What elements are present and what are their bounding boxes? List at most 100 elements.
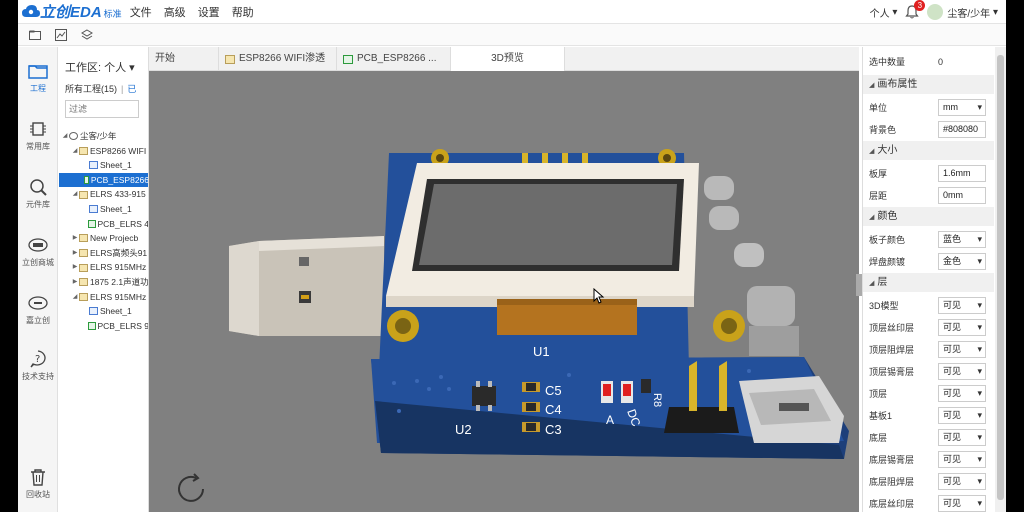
reset-view-icon[interactable] bbox=[174, 472, 208, 509]
expanded-arrow-icon[interactable]: ◢ bbox=[71, 187, 79, 202]
nav-common-lib[interactable]: 常用库 bbox=[18, 119, 58, 152]
pcb-icon bbox=[87, 219, 96, 228]
nav-jlc[interactable]: 嘉立创 bbox=[18, 293, 58, 326]
tree-node-label: ESP8266 WIFI bbox=[90, 145, 147, 156]
tree-node[interactable]: ◢ ELRS 433-915 bbox=[59, 187, 148, 202]
tree-node[interactable]: ▶ 1875 2.1声道功 bbox=[59, 275, 148, 290]
property-select[interactable]: 蓝色 bbox=[938, 231, 986, 248]
property-select[interactable]: 可见 bbox=[938, 319, 986, 336]
workspace-label: 工作区: 个人 bbox=[65, 62, 127, 74]
selected-count-label: 选中数量 bbox=[869, 57, 906, 67]
tab-1[interactable]: ESP8266 WIFI渗透 bbox=[219, 47, 337, 71]
lcsc-icon bbox=[27, 235, 49, 255]
nav-label: 工程 bbox=[30, 84, 46, 93]
tree-node[interactable]: ◢ ELRS 915MHz bbox=[59, 290, 148, 305]
mouse-cursor-icon bbox=[593, 287, 605, 307]
nav-label: 技术支持 bbox=[22, 372, 54, 381]
property-select[interactable]: 可见 bbox=[938, 297, 986, 314]
nav-lcsc-store[interactable]: 立创商城 bbox=[18, 235, 58, 268]
property-select[interactable]: 可见 bbox=[938, 495, 986, 512]
tree-node[interactable]: Sheet_1 bbox=[59, 202, 148, 217]
filter-input[interactable] bbox=[65, 100, 139, 118]
tab-3[interactable]: 3D预览 bbox=[451, 47, 565, 71]
nav-label: 常用库 bbox=[26, 142, 50, 151]
tab-0[interactable]: 开始 bbox=[149, 47, 219, 71]
menu-settings[interactable]: 设置 bbox=[198, 4, 220, 20]
menu-file[interactable]: 文件 bbox=[130, 4, 152, 20]
tree-node-label: PCB_ELRS 9 bbox=[97, 320, 149, 331]
collapse-arrow-icon: ◢ bbox=[869, 82, 875, 89]
property-section[interactable]: ◢ 层 bbox=[863, 273, 994, 292]
archived-link[interactable]: 已 bbox=[127, 84, 136, 94]
all-projects-link[interactable]: 所有工程(15) bbox=[65, 84, 117, 94]
property-row: 层距 0mm bbox=[863, 185, 994, 206]
user-menu[interactable]: 尘客/少年 ▾ bbox=[927, 4, 998, 20]
tree-node[interactable]: Sheet_1 bbox=[59, 304, 148, 319]
properties-scrollbar[interactable] bbox=[995, 47, 1006, 512]
property-input[interactable]: 1.6mm bbox=[938, 165, 986, 182]
open-folder-icon[interactable] bbox=[28, 28, 42, 42]
property-row: 底层阻焊层 可见 bbox=[863, 471, 994, 492]
tab-label: ESP8266 WIFI渗透 bbox=[239, 53, 326, 64]
property-select[interactable]: 可见 bbox=[938, 451, 986, 468]
property-section[interactable]: ◢ 画布属性 bbox=[863, 75, 994, 94]
nav-component-lib[interactable]: 元件库 bbox=[18, 177, 58, 210]
folder-icon bbox=[225, 54, 235, 64]
property-label: 板子颜色 bbox=[869, 235, 906, 245]
tree-node[interactable]: Sheet_1 bbox=[59, 158, 148, 173]
menu-advanced[interactable]: 高级 bbox=[164, 4, 186, 20]
layers-icon[interactable] bbox=[80, 28, 94, 42]
color-input[interactable]: #808080 bbox=[938, 121, 986, 138]
tree-node[interactable]: ▶ ELRS 915MHz bbox=[59, 260, 148, 275]
usb-plug bbox=[229, 236, 384, 336]
property-label: 底层丝印层 bbox=[869, 499, 915, 509]
image-export-icon[interactable] bbox=[54, 28, 68, 42]
property-section[interactable]: ◢ 颜色 bbox=[863, 207, 994, 226]
section-title: 颜色 bbox=[877, 211, 898, 222]
tree-node-label: ELRS高频头91 bbox=[90, 247, 148, 258]
tree-node[interactable]: PCB_ESP8266 bbox=[59, 172, 148, 188]
tree-node[interactable]: ▶ ELRS高频头91 bbox=[59, 246, 148, 261]
collapsed-arrow-icon[interactable]: ▶ bbox=[71, 246, 79, 261]
selected-count-row: 选中数量 0 bbox=[863, 51, 994, 72]
workspace-selector[interactable]: 工作区: 个人 ▾ bbox=[65, 59, 135, 75]
jlc-icon bbox=[27, 293, 49, 313]
expanded-arrow-icon[interactable]: ◢ bbox=[61, 129, 69, 144]
expanded-arrow-icon[interactable]: ◢ bbox=[71, 144, 79, 159]
scrollbar-thumb[interactable] bbox=[997, 55, 1004, 500]
property-select[interactable]: mm bbox=[938, 99, 986, 116]
3d-preview-canvas[interactable]: U1 U2 C5 C4 C3 R8 A DC bbox=[149, 71, 859, 512]
nav-recycle-bin[interactable]: 回收站 bbox=[18, 467, 58, 500]
help-icon: ? bbox=[27, 349, 49, 369]
chip-icon bbox=[27, 119, 49, 139]
expanded-arrow-icon[interactable]: ◢ bbox=[71, 290, 79, 305]
tree-node[interactable]: PCB_ELRS 9 bbox=[59, 319, 149, 334]
nav-tech-support[interactable]: ? 技术支持 bbox=[18, 349, 58, 382]
folder-icon bbox=[79, 234, 88, 243]
property-label: 顶层锡膏层 bbox=[869, 367, 915, 377]
property-input[interactable]: 0mm bbox=[938, 187, 986, 204]
property-select[interactable]: 可见 bbox=[938, 429, 986, 446]
property-select[interactable]: 可见 bbox=[938, 407, 986, 424]
tree-node[interactable]: ▶ New Projecb bbox=[59, 231, 148, 246]
tree-node[interactable]: PCB_ELRS 4 bbox=[59, 217, 148, 232]
properties-panel: 选中数量 0 ◢画布属性单位mm背景色#808080◢大小板厚1.6mm层距0m… bbox=[862, 47, 994, 512]
tab-2[interactable]: PCB_ESP8266 ... bbox=[337, 47, 451, 71]
tree-node[interactable]: ◢ ESP8266 WIFI bbox=[59, 144, 148, 159]
property-select[interactable]: 可见 bbox=[938, 341, 986, 358]
collapsed-arrow-icon[interactable]: ▶ bbox=[71, 275, 79, 290]
tree-node[interactable]: ◢ 尘客/少年 bbox=[59, 129, 148, 144]
collapsed-arrow-icon[interactable]: ▶ bbox=[71, 231, 79, 246]
user-icon bbox=[69, 132, 78, 141]
property-select[interactable]: 可见 bbox=[938, 363, 986, 380]
menu-help[interactable]: 帮助 bbox=[232, 4, 254, 20]
property-select[interactable]: 可见 bbox=[938, 385, 986, 402]
folder-icon bbox=[79, 263, 88, 272]
personal-dropdown[interactable]: 个人 ▾ bbox=[870, 5, 898, 20]
collapsed-arrow-icon[interactable]: ▶ bbox=[71, 260, 79, 275]
property-select[interactable]: 金色 bbox=[938, 253, 986, 270]
property-section[interactable]: ◢ 大小 bbox=[863, 141, 994, 160]
notification-button[interactable]: 3 bbox=[905, 0, 926, 19]
property-select[interactable]: 可见 bbox=[938, 473, 986, 490]
nav-project[interactable]: 工程 bbox=[18, 61, 58, 94]
